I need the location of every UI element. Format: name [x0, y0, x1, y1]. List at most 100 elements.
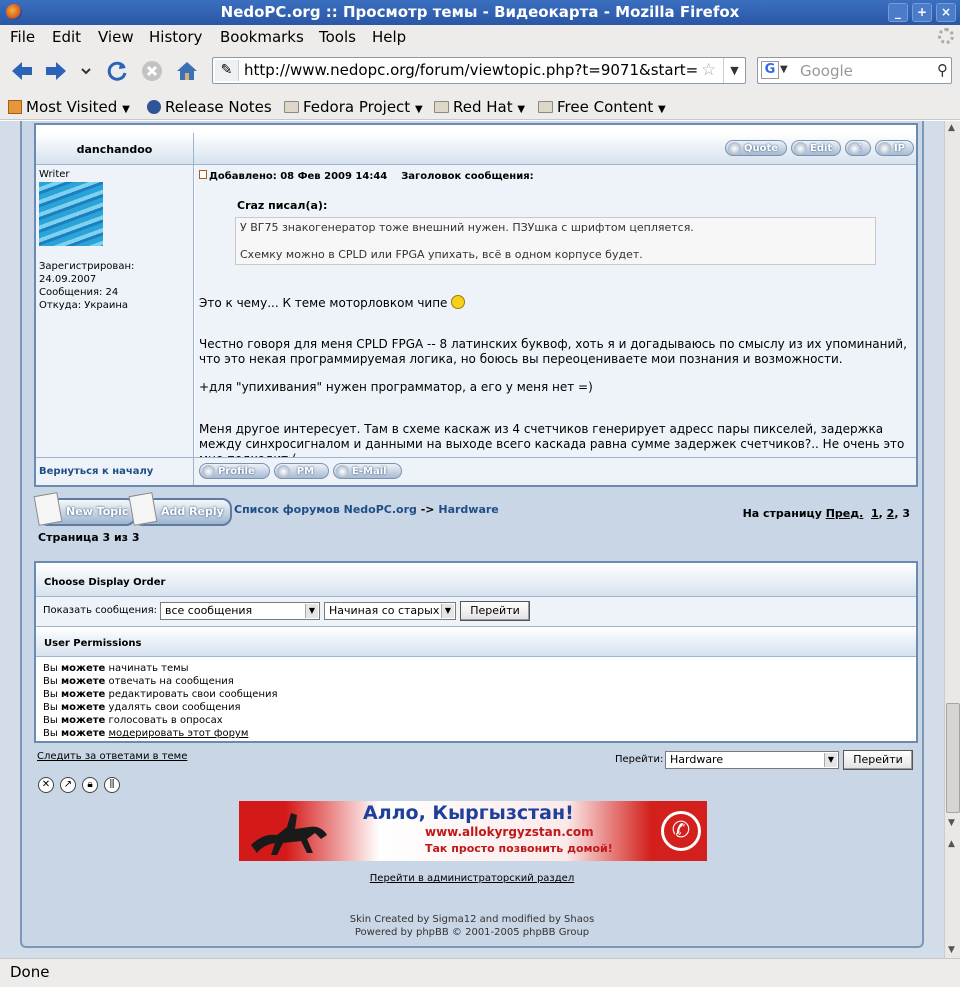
window-titlebar: NedoPC.org :: Просмотр темы - Видеокарта…: [0, 0, 960, 25]
url-input[interactable]: http://www.nedopc.org/forum/viewtopic.ph…: [244, 61, 706, 79]
forum-link[interactable]: Hardware: [438, 503, 498, 516]
vertical-scrollbar[interactable]: ▲ ▼ ▲ ▼: [944, 121, 960, 958]
ip-button[interactable]: IP: [874, 140, 914, 156]
select-value: все сообщения: [165, 604, 253, 617]
edit-button[interactable]: Edit: [791, 140, 842, 156]
scroll-up-icon[interactable]: ▲: [948, 123, 955, 133]
prev-page-link[interactable]: Пред.: [826, 507, 864, 520]
scroll-down-icon-lower[interactable]: ▼: [948, 945, 955, 955]
post-body-cell: Добавлено: 08 Фев 2009 14:44 Заголовок с…: [195, 165, 916, 457]
smiley-icon: [451, 295, 466, 309]
chevron-down-icon: ▼: [441, 604, 454, 618]
email-button[interactable]: E-Mail: [333, 463, 402, 479]
site-identity-icon[interactable]: ✎: [215, 60, 239, 81]
engine-dropdown-icon[interactable]: ▼: [780, 64, 788, 75]
chevron-down-icon: ▼: [824, 753, 837, 767]
chevron-down-icon: ▼: [414, 104, 423, 115]
page-link-1[interactable]: 1: [871, 507, 879, 520]
firefox-icon: [6, 4, 22, 20]
forward-icon[interactable]: [44, 59, 68, 83]
bookmark-most-visited[interactable]: Most Visited ▼: [8, 98, 130, 116]
permission-item: Вы можете модерировать этот форум: [43, 728, 249, 739]
menu-edit[interactable]: Edit: [52, 28, 81, 46]
search-input[interactable]: Google: [800, 62, 853, 80]
add-reply-button[interactable]: Add Reply: [128, 492, 232, 526]
author-location: Откуда: Украина: [39, 300, 129, 311]
jump-go-button[interactable]: Перейти: [843, 750, 913, 770]
moderation-tools: ✕ ↗ 🔒︎ ⫼: [38, 777, 120, 793]
powered-by: Powered by phpBB © 2001-2005 phpBB Group: [354, 927, 590, 938]
menu-history[interactable]: History: [149, 28, 202, 46]
post-count: Сообщения: 24: [39, 287, 119, 298]
menu-bookmarks[interactable]: Bookmarks: [220, 28, 304, 46]
menu-file[interactable]: File: [10, 28, 35, 46]
permission-item: Вы можете редактировать свои сообщения: [43, 689, 278, 700]
bookmark-release-notes[interactable]: Release Notes: [147, 98, 272, 116]
new-topic-button[interactable]: New Topic: [33, 492, 137, 526]
search-engine-icon[interactable]: G: [761, 61, 779, 79]
scroll-down-icon[interactable]: ▼: [948, 818, 955, 828]
admin-panel-link[interactable]: Перейти в администраторский раздел: [370, 873, 574, 884]
url-bar[interactable]: ✎ http://www.nedopc.org/forum/viewtopic.…: [212, 57, 746, 84]
banner-slogan: Так просто позвонить домой!: [425, 842, 613, 855]
menu-tools[interactable]: Tools: [319, 28, 356, 46]
sort-order-select[interactable]: Начиная со старых ▼: [324, 602, 456, 620]
bookmark-star-icon[interactable]: ☆: [701, 60, 716, 80]
author-header-cell: danchandoo: [36, 133, 194, 165]
select-value: Hardware: [670, 753, 724, 766]
back-to-top-link[interactable]: Вернуться к началу: [39, 466, 153, 477]
minimize-button[interactable]: _: [888, 3, 908, 22]
bookmark-fedora-project[interactable]: Fedora Project ▼: [284, 98, 423, 116]
display-order-header: Choose Display Order: [36, 563, 916, 597]
pagination: На страницу Пред. 1, 2, 3: [742, 507, 910, 520]
forum-index-link[interactable]: Список форумов NedoPC.org: [234, 503, 417, 516]
pm-button[interactable]: PM: [273, 463, 330, 479]
jump-forum-select[interactable]: Hardware ▼: [665, 751, 839, 769]
horse-rider-image: [251, 813, 327, 855]
watch-topic-link[interactable]: Следить за ответами в теме: [37, 751, 187, 762]
display-go-button[interactable]: Перейти: [460, 601, 530, 621]
move-topic-icon[interactable]: ↗: [60, 777, 76, 793]
phone-icon: ✆: [661, 811, 701, 851]
search-icon[interactable]: ⚲: [937, 61, 948, 79]
advertisement-banner[interactable]: Алло, Кыргызстан! www.allokyrgyzstan.com…: [239, 801, 707, 861]
moderate-forum-link[interactable]: модерировать этот форум: [109, 728, 249, 739]
post-footer-cell: Profile PM E-Mail: [194, 457, 916, 485]
chevron-down-icon: ▼: [658, 104, 666, 115]
scrollbar-thumb[interactable]: [946, 703, 960, 813]
history-dropdown-icon[interactable]: [78, 59, 94, 83]
bookmark-red-hat[interactable]: Red Hat ▼: [434, 98, 525, 116]
registered-date: 24.09.2007: [39, 274, 97, 285]
url-dropdown-icon[interactable]: ▼: [723, 58, 745, 83]
menu-view[interactable]: View: [98, 28, 134, 46]
maximize-button[interactable]: +: [912, 3, 932, 22]
delete-topic-icon[interactable]: ✕: [38, 777, 54, 793]
footer-credits: Skin Created by Sigma12 and modified by …: [22, 913, 922, 939]
search-bar[interactable]: G ▼ Google ⚲: [757, 57, 952, 84]
reload-icon[interactable]: [105, 59, 129, 83]
posts-filter-select[interactable]: все сообщения ▼: [160, 602, 320, 620]
menu-help[interactable]: Help: [372, 28, 406, 46]
close-button[interactable]: ×: [936, 3, 956, 22]
profile-button[interactable]: Profile: [199, 463, 270, 479]
split-topic-icon[interactable]: ⫼: [104, 777, 120, 793]
status-bar: Done: [0, 958, 960, 987]
home-icon[interactable]: [175, 59, 199, 83]
scroll-up-icon-lower[interactable]: ▲: [948, 839, 955, 849]
bookmark-label: Free Content: [557, 98, 654, 116]
back-icon[interactable]: [10, 59, 34, 83]
post-table: danchandoo Quote Edit X IP Writer Зареги…: [34, 123, 918, 487]
bookmark-free-content[interactable]: Free Content ▼: [538, 98, 666, 116]
post-paragraph: Это к чему... К теме моторловком чипе: [199, 295, 911, 311]
page-link-2[interactable]: 2: [887, 507, 895, 520]
quote-button[interactable]: Quote: [724, 140, 788, 156]
delete-button[interactable]: X: [845, 140, 871, 156]
document-icon: [33, 492, 63, 526]
breadcrumb-arrow: ->: [420, 503, 435, 516]
bookmark-label: Red Hat: [453, 98, 513, 116]
stop-icon[interactable]: [140, 59, 164, 83]
post-header-cell: Quote Edit X IP: [194, 133, 916, 165]
post-author[interactable]: danchandoo: [36, 143, 193, 156]
lock-topic-icon[interactable]: 🔒︎: [82, 777, 98, 793]
chevron-down-icon: ▼: [122, 104, 130, 115]
